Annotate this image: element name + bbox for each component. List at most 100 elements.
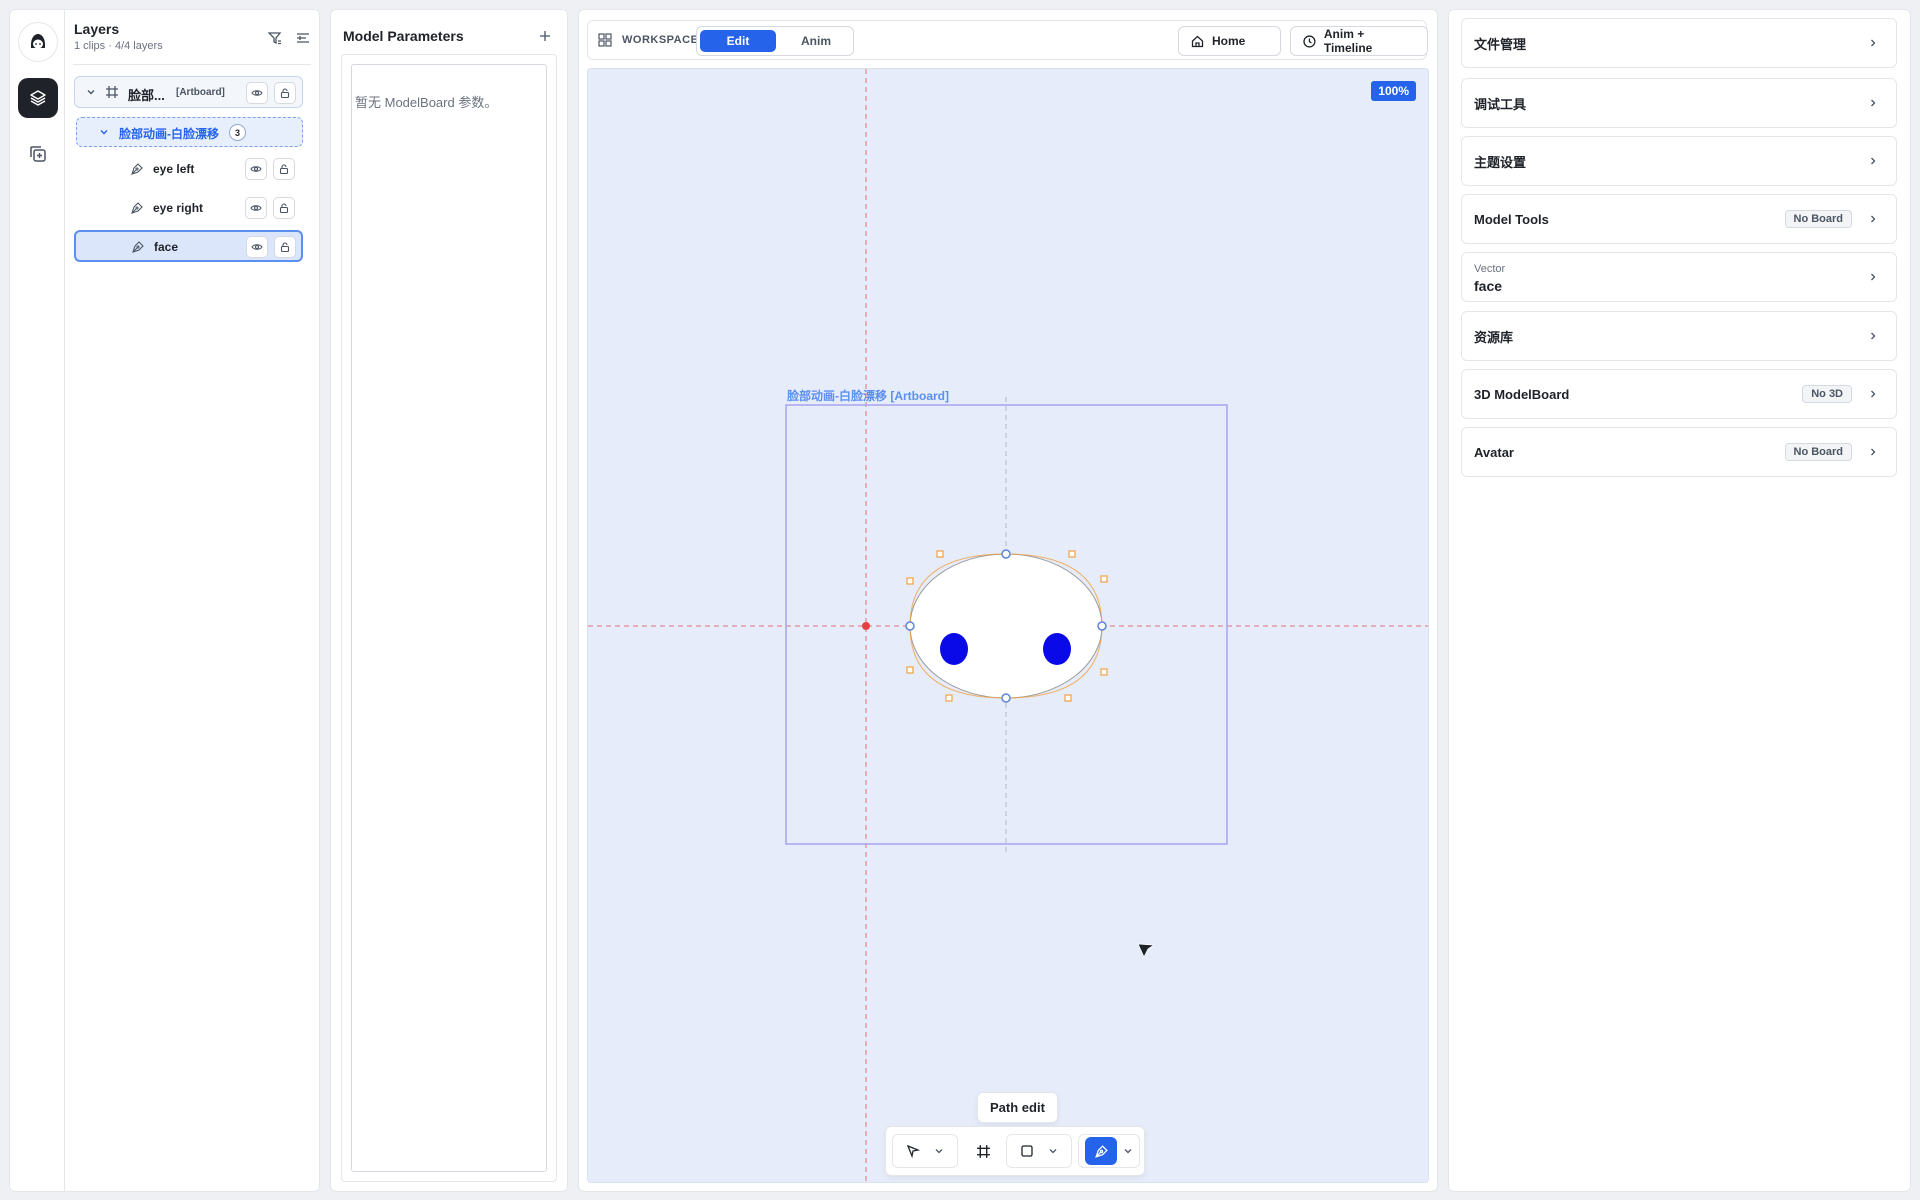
layers-panel: Layers 1 clips · 4/4 layers 脸部... [Artbo… bbox=[64, 9, 320, 1192]
visibility-eye-icon[interactable] bbox=[246, 236, 268, 258]
properties-panel: 文件管理 调试工具 主题设置 Model Tools No Board Vect… bbox=[1448, 9, 1911, 1192]
params-title: Model Parameters bbox=[343, 28, 464, 44]
section-file-management[interactable]: 文件管理 bbox=[1461, 18, 1897, 68]
layer-row-eye-left[interactable]: eye left bbox=[74, 153, 303, 185]
layer-row-eye-right[interactable]: eye right bbox=[74, 192, 303, 224]
visibility-eye-icon[interactable] bbox=[245, 158, 267, 180]
status-badge: No Board bbox=[1784, 443, 1852, 461]
pen-icon bbox=[1094, 1144, 1108, 1158]
mode-anim-button[interactable]: Anim bbox=[781, 30, 851, 52]
eye-left-shape bbox=[940, 633, 968, 665]
workspace-panel: WORKSPACE Edit Anim Home Anim + Timeline bbox=[578, 9, 1438, 1192]
chevron-down-icon[interactable] bbox=[99, 126, 109, 140]
workspace-grid-icon bbox=[598, 33, 612, 52]
section-debug-tools[interactable]: 调试工具 bbox=[1461, 78, 1897, 128]
face-shape bbox=[909, 553, 1103, 699]
layer-row-face[interactable]: face bbox=[74, 230, 303, 262]
section-model-tools[interactable]: Model Tools No Board bbox=[1461, 194, 1897, 244]
control-handle bbox=[906, 577, 914, 585]
chevron-right-icon bbox=[1871, 448, 1876, 456]
list-options-icon[interactable] bbox=[293, 28, 313, 48]
add-parameter-plus-icon[interactable] bbox=[535, 26, 555, 46]
divider bbox=[73, 64, 311, 65]
pen-vector-icon bbox=[131, 240, 145, 257]
control-handle bbox=[1064, 694, 1072, 702]
params-empty-text: 暂无 ModelBoard 参数。 bbox=[355, 95, 498, 110]
anchor-handle bbox=[1097, 621, 1107, 631]
icon-rail bbox=[9, 9, 65, 1192]
layers-title: Layers bbox=[74, 21, 120, 37]
section-label: 文件管理 bbox=[1474, 36, 1527, 52]
mode-edit-button[interactable]: Edit bbox=[700, 30, 776, 52]
drawing-toolbar bbox=[885, 1126, 1145, 1176]
home-label: Home bbox=[1212, 34, 1246, 48]
section-label: Model Tools bbox=[1474, 211, 1549, 227]
mode-toggle: Edit Anim bbox=[696, 26, 854, 56]
tool-tooltip: Path edit bbox=[977, 1092, 1058, 1123]
frame-tool-button[interactable] bbox=[966, 1134, 1000, 1168]
drawing-canvas[interactable]: 100% 脸部动画-白脸漂移 [Artboard] Path edit bbox=[587, 68, 1429, 1183]
control-handle bbox=[1068, 550, 1076, 558]
home-button[interactable]: Home bbox=[1178, 26, 1281, 56]
clock-icon bbox=[1303, 34, 1316, 48]
zoom-level-badge[interactable]: 100% bbox=[1371, 81, 1416, 101]
visibility-eye-icon[interactable] bbox=[245, 197, 267, 219]
section-avatar[interactable]: Avatar No Board bbox=[1461, 427, 1897, 477]
lock-icon[interactable] bbox=[274, 236, 296, 258]
section-assets[interactable]: 资源库 bbox=[1461, 311, 1897, 361]
section-3d-modelboard[interactable]: 3D ModelBoard No 3D bbox=[1461, 369, 1897, 419]
avatar-logo-icon[interactable] bbox=[18, 22, 58, 62]
control-handle bbox=[1100, 575, 1108, 583]
workspace-toolbar: WORKSPACE Edit Anim Home Anim + Timeline bbox=[587, 20, 1428, 60]
artboard-tag: [Artboard] bbox=[176, 87, 225, 98]
workspace-label: WORKSPACE bbox=[622, 34, 699, 46]
chevron-right-icon bbox=[1871, 332, 1876, 340]
chevron-down-icon[interactable] bbox=[86, 86, 96, 100]
pointer-arrow-icon bbox=[906, 1144, 920, 1158]
add-copy-icon[interactable] bbox=[18, 134, 58, 174]
section-label: 资源库 bbox=[1474, 329, 1514, 345]
params-list bbox=[351, 64, 547, 1172]
anchor-handle bbox=[905, 621, 915, 631]
section-label: Avatar bbox=[1474, 444, 1514, 460]
section-theme-settings[interactable]: 主题设置 bbox=[1461, 136, 1897, 186]
vector-value: face bbox=[1474, 278, 1503, 294]
chevron-right-icon bbox=[1871, 39, 1876, 47]
layer-name: face bbox=[154, 240, 179, 254]
anchor-handle bbox=[1001, 693, 1011, 703]
control-handle bbox=[936, 550, 944, 558]
control-handle bbox=[906, 666, 914, 674]
pen-tool-group[interactable] bbox=[1078, 1134, 1140, 1168]
chevron-right-icon bbox=[1871, 273, 1876, 281]
pen-tool-active[interactable] bbox=[1085, 1137, 1117, 1165]
filter-icon[interactable] bbox=[265, 28, 285, 48]
lock-icon[interactable] bbox=[273, 158, 295, 180]
layer-name: eye left bbox=[153, 162, 195, 176]
pen-vector-icon bbox=[130, 162, 144, 179]
lock-icon[interactable] bbox=[273, 197, 295, 219]
layers-stack-icon[interactable] bbox=[18, 78, 58, 118]
layer-row-group[interactable]: 脸部动画-白脸漂移 3 bbox=[76, 117, 303, 147]
select-tool-group[interactable] bbox=[892, 1134, 958, 1168]
control-handle bbox=[1100, 668, 1108, 676]
home-icon bbox=[1191, 35, 1204, 47]
shape-tool-group[interactable] bbox=[1006, 1134, 1072, 1168]
lock-icon[interactable] bbox=[274, 82, 296, 104]
artboard-name: 脸部... bbox=[128, 88, 165, 103]
layer-row-artboard[interactable]: 脸部... [Artboard] bbox=[74, 76, 303, 108]
section-label: 主题设置 bbox=[1474, 154, 1527, 170]
section-vector[interactable]: Vector face bbox=[1461, 252, 1897, 302]
status-badge: No 3D bbox=[1802, 385, 1852, 403]
chevron-right-icon bbox=[1871, 215, 1876, 223]
eye-right-shape bbox=[1043, 633, 1071, 665]
anim-timeline-button[interactable]: Anim + Timeline bbox=[1290, 26, 1428, 56]
section-label: 3D ModelBoard bbox=[1474, 386, 1570, 402]
origin-point bbox=[862, 622, 870, 630]
pen-vector-icon bbox=[130, 201, 144, 218]
chevron-down-icon bbox=[1124, 1149, 1132, 1154]
artboard-frame-icon bbox=[105, 85, 119, 102]
chevron-down-icon bbox=[1049, 1149, 1057, 1154]
group-count-badge: 3 bbox=[229, 124, 246, 141]
visibility-eye-icon[interactable] bbox=[246, 82, 268, 104]
chevron-down-icon bbox=[935, 1149, 943, 1154]
